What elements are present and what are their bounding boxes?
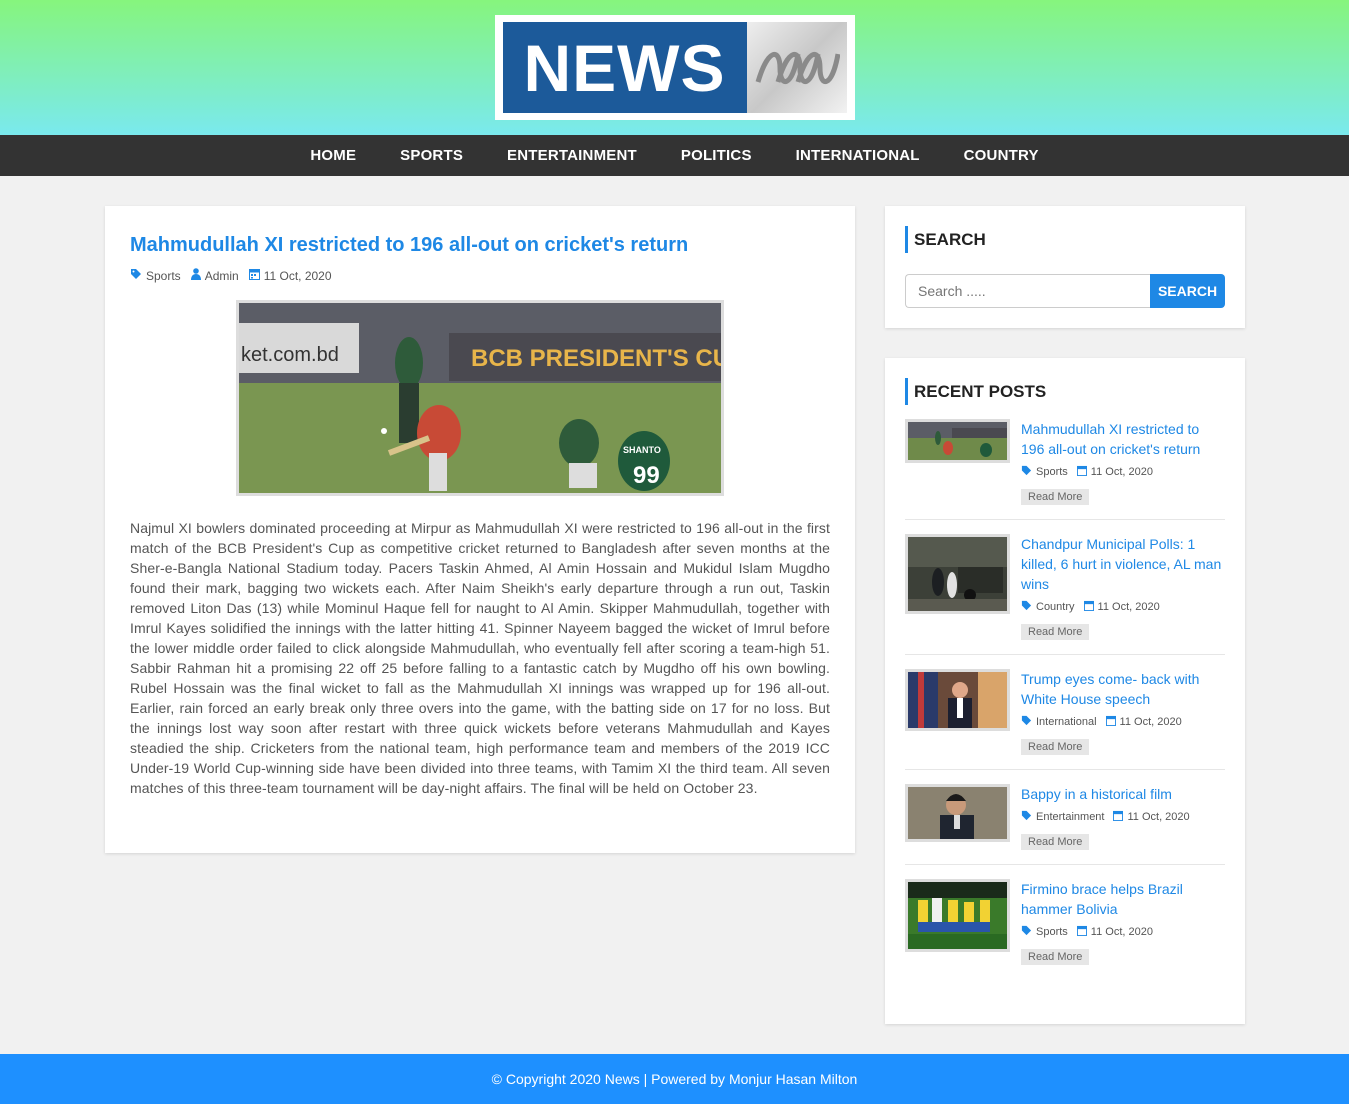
- site-logo[interactable]: NEWS: [494, 15, 855, 120]
- tag-icon: [1021, 600, 1032, 614]
- site-header: NEWS: [0, 0, 1349, 135]
- banner-left-text: ket.com.bd: [241, 344, 339, 366]
- recent-post-title[interactable]: Mahmudullah XI restricted to 196 all-out…: [1021, 419, 1225, 459]
- tag-icon: [1021, 465, 1032, 479]
- tag-icon: [1021, 715, 1032, 729]
- search-widget: SEARCH SEARCH: [885, 206, 1245, 328]
- read-more-button[interactable]: Read More: [1021, 489, 1090, 505]
- recent-post-category[interactable]: Sports: [1036, 466, 1068, 478]
- recent-post-date: 11 Oct, 2020: [1127, 811, 1190, 823]
- list-item: Firmino brace helps Brazil hammer Bolivi…: [905, 879, 1225, 979]
- article-date: 11 Oct, 2020: [248, 268, 332, 283]
- recent-post-title[interactable]: Bappy in a historical film: [1021, 784, 1225, 804]
- jersey-number-text: 99: [633, 462, 660, 489]
- read-more-button[interactable]: Read More: [1021, 739, 1090, 755]
- article-author-label: Admin: [204, 268, 239, 283]
- recent-posts-title: RECENT POSTS: [905, 378, 1225, 405]
- calendar-icon: [1076, 465, 1087, 479]
- jersey-name-text: SHANTO: [623, 445, 661, 455]
- recent-post-category[interactable]: Entertainment: [1036, 811, 1104, 823]
- nav-entertainment[interactable]: ENTERTAINMENT: [507, 147, 637, 164]
- calendar-icon: [1105, 715, 1116, 729]
- site-footer: © Copyright 2020 News | Powered by Monju…: [0, 1054, 1349, 1104]
- recent-thumb-bappy[interactable]: [905, 784, 1010, 842]
- recent-post-title[interactable]: Chandpur Municipal Polls: 1 killed, 6 hu…: [1021, 534, 1225, 594]
- list-item: Chandpur Municipal Polls: 1 killed, 6 hu…: [905, 534, 1225, 655]
- read-more-button[interactable]: Read More: [1021, 949, 1090, 965]
- article-card: Mahmudullah XI restricted to 196 all-out…: [105, 206, 855, 853]
- read-more-button[interactable]: Read More: [1021, 834, 1090, 850]
- tag-icon: [1021, 810, 1032, 824]
- footer-copyright: © Copyright 2020 News | Powered by Monju…: [491, 1071, 858, 1087]
- recent-thumb-football[interactable]: [905, 879, 1010, 952]
- recent-post-category[interactable]: Sports: [1036, 926, 1068, 938]
- calendar-icon: [248, 268, 260, 283]
- article-author[interactable]: Admin: [190, 268, 239, 283]
- search-widget-title: SEARCH: [905, 226, 1225, 253]
- logo-news-block: NEWS: [502, 22, 747, 113]
- search-input[interactable]: [905, 274, 1150, 308]
- list-item: Mahmudullah XI restricted to 196 all-out…: [905, 419, 1225, 520]
- main-nav: HOME SPORTS ENTERTAINMENT POLITICS INTER…: [0, 135, 1349, 176]
- article-category-label: Sports: [146, 268, 181, 283]
- recent-post-category[interactable]: International: [1036, 716, 1097, 728]
- nav-international[interactable]: INTERNATIONAL: [796, 147, 920, 164]
- calendar-icon: [1076, 925, 1087, 939]
- recent-posts-widget: RECENT POSTS Mahmudullah XI restricted t…: [885, 358, 1245, 1024]
- logo-text: NEWS: [523, 30, 726, 105]
- recent-post-category[interactable]: Country: [1036, 601, 1075, 613]
- article-meta: Sports Admin 11 Oct, 2020: [130, 268, 830, 283]
- calendar-icon: [1113, 810, 1124, 824]
- article-body: Najmul XI bowlers dominated proceeding a…: [130, 520, 830, 796]
- recent-post-title[interactable]: Firmino brace helps Brazil hammer Bolivi…: [1021, 879, 1225, 919]
- abc-emblem-icon: [746, 22, 847, 113]
- banner-right-text: BCB PRESIDENT'S CUP: [471, 345, 721, 372]
- tag-icon: [130, 268, 142, 283]
- user-icon: [190, 268, 201, 283]
- recent-thumb-trump[interactable]: [905, 669, 1010, 731]
- article-date-label: 11 Oct, 2020: [263, 268, 332, 283]
- recent-post-date: 11 Oct, 2020: [1097, 601, 1160, 613]
- list-item: Trump eyes come- back with White House s…: [905, 669, 1225, 770]
- article-title[interactable]: Mahmudullah XI restricted to 196 all-out…: [130, 231, 830, 259]
- nav-home[interactable]: HOME: [310, 147, 356, 164]
- search-form: SEARCH: [905, 274, 1225, 308]
- list-item: Bappy in a historical film Entertainment…: [905, 784, 1225, 865]
- calendar-icon: [1083, 600, 1094, 614]
- nav-country[interactable]: COUNTRY: [964, 147, 1039, 164]
- recent-post-date: 11 Oct, 2020: [1090, 466, 1153, 478]
- read-more-button[interactable]: Read More: [1021, 624, 1090, 640]
- search-button[interactable]: SEARCH: [1150, 274, 1225, 308]
- nav-politics[interactable]: POLITICS: [681, 147, 752, 164]
- recent-posts-list: Mahmudullah XI restricted to 196 all-out…: [905, 419, 1225, 979]
- nav-sports[interactable]: SPORTS: [400, 147, 463, 164]
- recent-post-title[interactable]: Trump eyes come- back with White House s…: [1021, 669, 1225, 709]
- recent-thumb-police[interactable]: [905, 534, 1010, 614]
- article-category[interactable]: Sports: [130, 268, 181, 283]
- recent-post-date: 11 Oct, 2020: [1119, 716, 1182, 728]
- tag-icon: [1021, 925, 1032, 939]
- recent-thumb-cricket[interactable]: [905, 419, 1010, 463]
- cricket-photo: ket.com.bd BCB PRESIDENT'S CUP SHANTO 99: [239, 303, 721, 493]
- recent-post-date: 11 Oct, 2020: [1090, 926, 1153, 938]
- article-feature-image: ket.com.bd BCB PRESIDENT'S CUP SHANTO 99: [236, 300, 724, 496]
